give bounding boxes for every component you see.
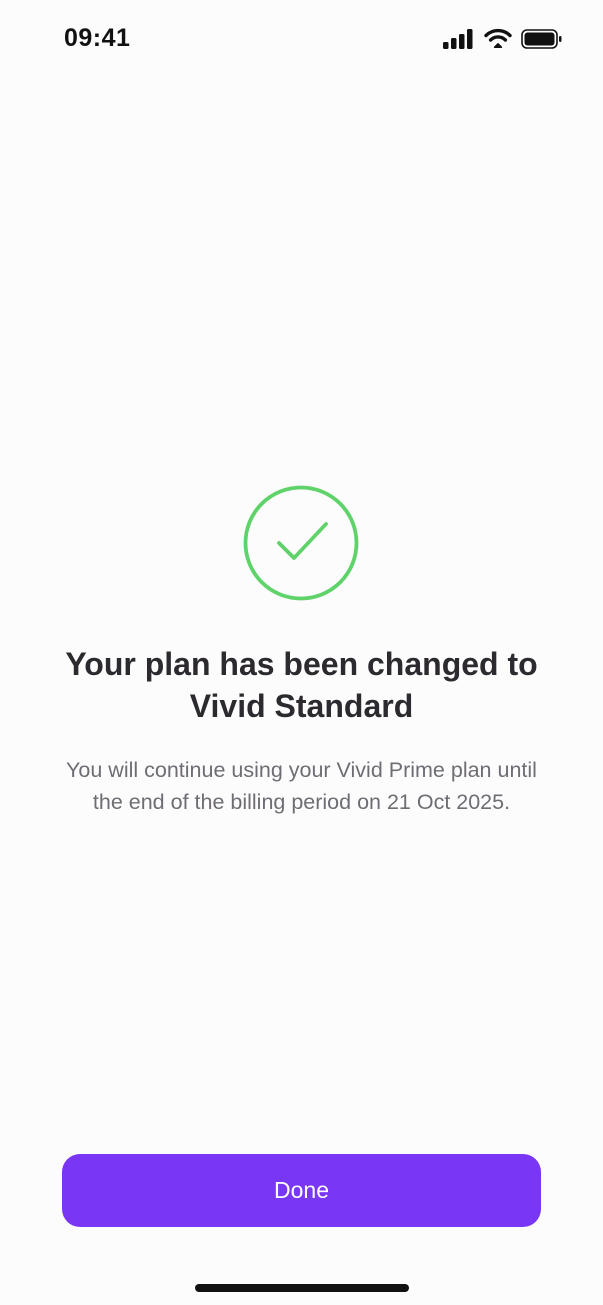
status-icons [443, 28, 563, 49]
battery-icon [521, 28, 562, 49]
confirmation-title-line: Your plan has been changed to [65, 646, 538, 682]
checkmark-circle-icon [243, 485, 359, 601]
cellular-signal-icon [443, 28, 473, 49]
confirmation-title: Your plan has been changed to Vivid Stan… [20, 643, 583, 727]
status-time: 09:41 [64, 24, 131, 52]
confirmation-message: You will continue using your Vivid Prime… [22, 754, 581, 818]
confirmation-title-line: Vivid Standard [189, 688, 414, 724]
home-indicator[interactable] [195, 1284, 409, 1292]
status-bar: 09:41 [0, 0, 603, 80]
done-button[interactable]: Done [62, 1154, 541, 1227]
confirmation-message-line: You will continue using your Vivid Prime… [66, 758, 537, 782]
wifi-icon [484, 28, 512, 48]
confirmation-message-line: the end of the billing period on 21 Oct … [92, 790, 511, 814]
